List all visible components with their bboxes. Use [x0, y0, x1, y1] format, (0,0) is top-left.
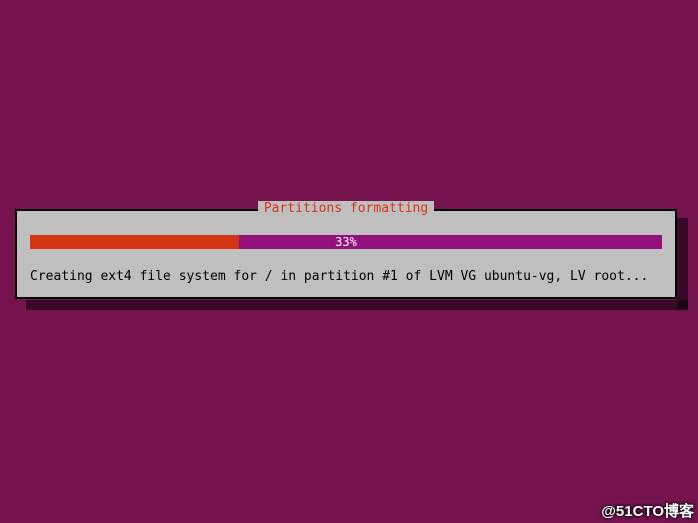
dialog-shadow-bottom: [26, 300, 688, 310]
status-text: Creating ext4 file system for / in parti…: [30, 269, 648, 284]
watermark: @51CTO博客: [601, 500, 694, 521]
dialog-shadow-right: [677, 218, 688, 310]
dialog-title-wrap: Partitions formatting: [17, 201, 675, 217]
progress-dialog: Partitions formatting 33% Creating ext4 …: [15, 209, 677, 299]
dialog-title: Partitions formatting: [258, 201, 434, 217]
progress-bar: 33%: [30, 235, 662, 249]
progress-bar-label: 33%: [30, 235, 662, 249]
